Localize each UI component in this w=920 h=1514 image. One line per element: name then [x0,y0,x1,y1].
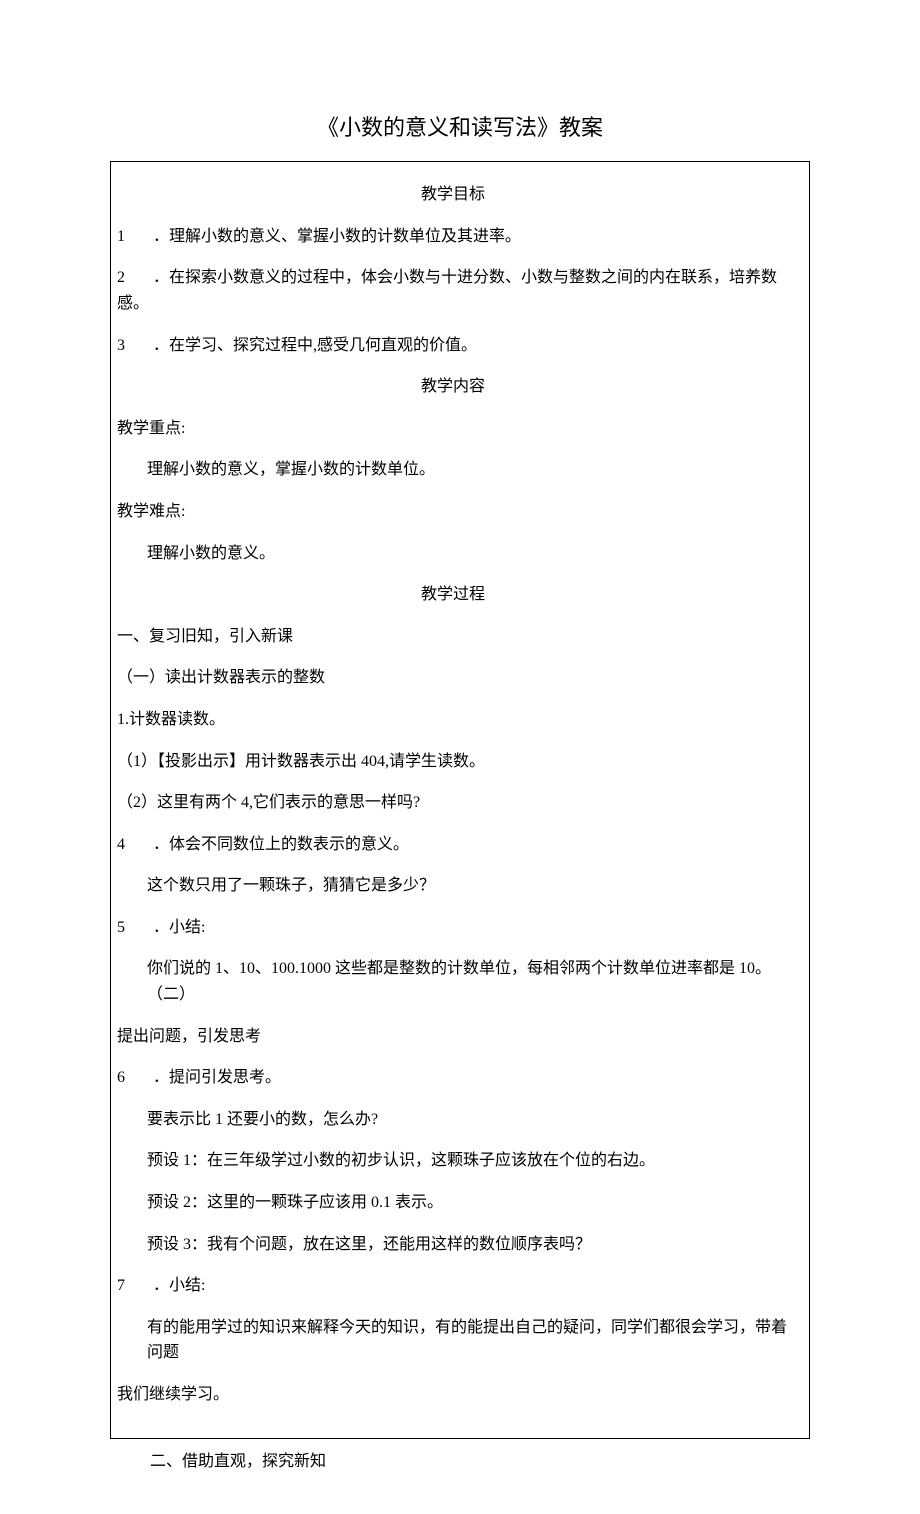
goal-text: ．在学习、探究过程中,感受几何直观的价值。 [153,337,477,354]
part1-item7-body: 有的能用学过的知识来解释今天的知识，有的能提出自己的疑问，同学们都很会学习，带着… [111,1315,795,1366]
part1-item5: 5 ．小结: [111,915,795,941]
part1-sub1: （一）读出计数器表示的整数 [111,665,795,691]
list-number: 5 [117,915,135,941]
part1-item7: 7 ．小结: [111,1273,795,1299]
goal-text: ．理解小数的意义、掌握小数的计数单位及其进率。 [153,228,521,245]
keypoint-label: 教学重点: [111,416,795,442]
part1-title: 一、复习旧知，引入新课 [111,624,795,650]
keypoint-text: 理解小数的意义，掌握小数的计数单位。 [111,457,795,483]
item-text: ．小结: [153,919,205,936]
part1-item4-body: 这个数只用了一颗珠子，猜猜它是多少？ [111,873,795,899]
part1-sub2-tail: 提出问题，引发思考 [111,1024,795,1050]
list-number: 7 [117,1273,135,1299]
goal-text: ．在探索小数意义的过程中，体会小数与十进分数、小数与整数之间的内在联系，培养数感… [117,269,777,312]
list-number: 4 [117,832,135,858]
goal-item-3: 3 ．在学习、探究过程中,感受几何直观的价值。 [111,333,795,359]
process-heading: 教学过程 [111,582,795,608]
part1-item6-q: 要表示比 1 还要小的数，怎么办? [111,1107,795,1133]
part1-item7-body2: 我们继续学习。 [111,1382,795,1408]
part1-item6-p3: 预设 3：我有个问题，放在这里，还能用这样的数位顺序表吗？ [111,1232,795,1258]
item-text: ．小结: [153,1277,205,1294]
lesson-plan-box: 教学目标 1 ．理解小数的意义、掌握小数的计数单位及其进率。 2．在探索小数意义的… [110,161,810,1438]
part1-item6-p1: 预设 1：在三年级学过小数的初步认识，这颗珠子应该放在个位的右边。 [111,1148,795,1174]
list-number: 1 [117,224,135,250]
part1-item1-2: （2）这里有两个 4,它们表示的意思一样吗? [111,790,795,816]
part1-item6: 6 ．提问引发思考。 [111,1065,795,1091]
part1-item5-body: 你们说的 1、10、100.1000 这些都是整数的计数单位，每相邻两个计数单位… [111,956,795,1007]
part1-item6-p2: 预设 2：这里的一颗珠子应该用 0.1 表示。 [111,1190,795,1216]
part2-title: 二、借助直观，探究新知 [150,1449,810,1475]
goal-item-2: 2．在探索小数意义的过程中，体会小数与十进分数、小数与整数之间的内在联系，培养数… [111,265,795,316]
document-title: 《小数的意义和读写法》教案 [110,110,810,145]
item-text: ．体会不同数位上的数表示的意义。 [153,836,409,853]
page: 《小数的意义和读写法》教案 教学目标 1 ．理解小数的意义、掌握小数的计数单位及其… [0,0,920,1514]
list-number: 3 [117,333,135,359]
content-heading: 教学内容 [111,374,795,400]
list-number: 6 [117,1065,135,1091]
part1-item1-1: （1）【投影出示】用计数器表示出 404,请学生读数。 [111,749,795,775]
part1-item1: 1.计数器读数。 [111,707,795,733]
item-text: ．提问引发思考。 [153,1069,281,1086]
list-number: 2 [117,265,135,291]
goal-item-1: 1 ．理解小数的意义、掌握小数的计数单位及其进率。 [111,224,795,250]
difficulty-text: 理解小数的意义。 [111,541,795,567]
part1-item4: 4 ．体会不同数位上的数表示的意义。 [111,832,795,858]
goals-heading: 教学目标 [111,182,795,208]
difficulty-label: 教学难点: [111,499,795,525]
